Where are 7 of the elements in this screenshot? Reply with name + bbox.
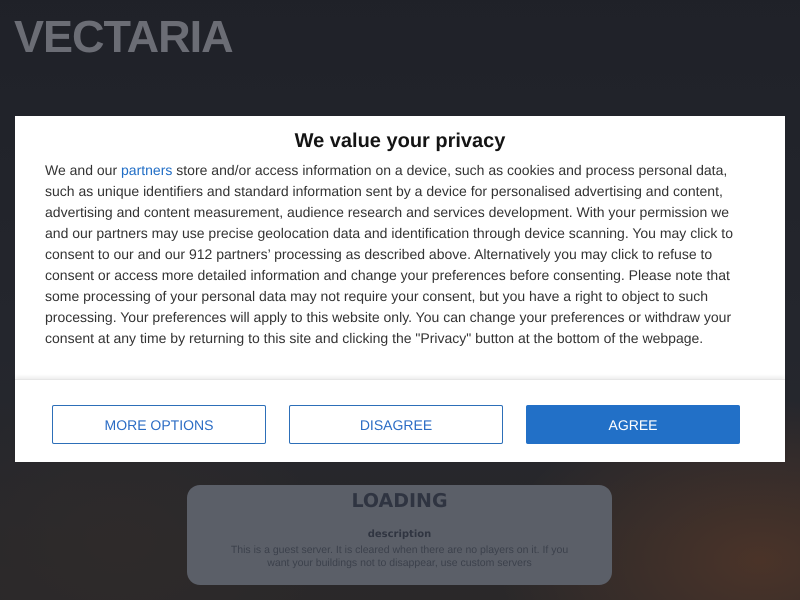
consent-paragraph: We and our partners store and/or access information on a device, such as cookies and process personal data, such as unique identifiers and standard information sent by a device for personalised advertising and content, advertising and content measurement, audience research and services development. With your permission we and our partners may use precise geolocation data and identification through device scanning. You may click to consent to our and our 912 partners’ processing as described above. Alternatively you may click to refuse to consent or access more detailed information and change your preferences before consenting. Please note that some processing of your personal data may not require your consent, but you have a right to object to such processing. Your preferences will apply to this website only. You can change your preferences or withdraw your consent at any time by returning to this site and clicking the "Privacy" button at the bottom of the webpage. (45, 161, 734, 348)
logo-wordmark: VECTARIA (14, 13, 233, 61)
option-button[interactable]: MORE OPTIONS (52, 405, 266, 444)
dialog-title: We value your privacy (294, 129, 506, 153)
partners-link[interactable]: partners (121, 162, 172, 178)
agree-button[interactable]: AGREE (526, 405, 740, 444)
option-button[interactable]: DISAGREE (289, 405, 503, 444)
